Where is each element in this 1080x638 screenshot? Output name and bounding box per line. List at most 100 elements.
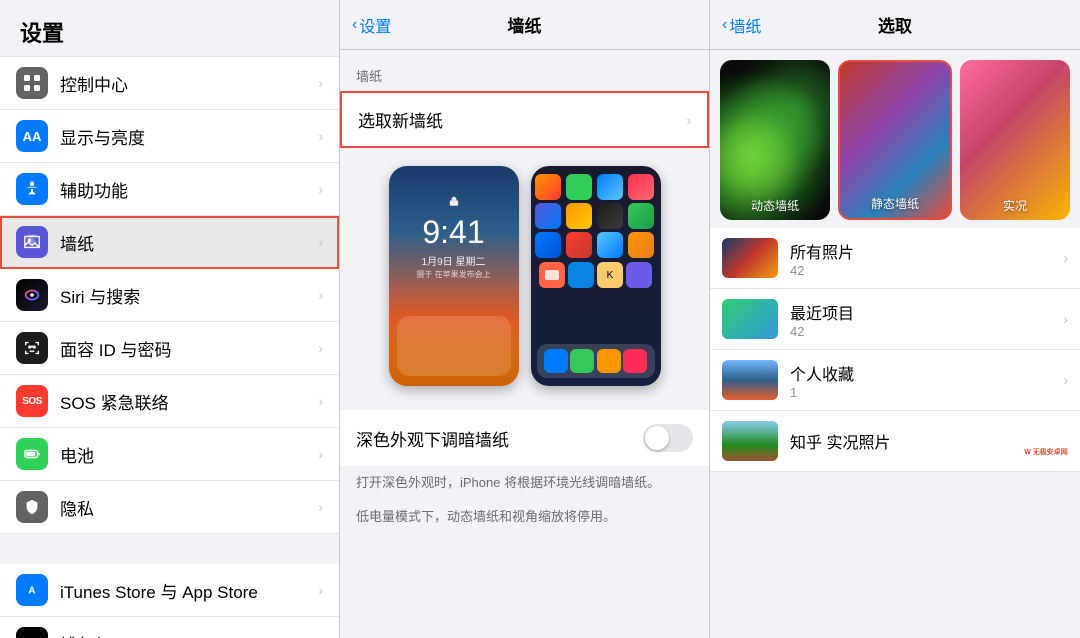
dark-mode-toggle[interactable] [643, 424, 693, 452]
faceid-icon [16, 332, 48, 364]
chevron-icon: › [318, 340, 323, 356]
group-gap [0, 534, 339, 564]
sidebar-item-wallet[interactable]: 钱包与 Apple Pay › [0, 617, 339, 638]
display-icon: AA [16, 120, 48, 152]
sidebar-label-wallet: 钱包与 Apple Pay [60, 631, 318, 638]
svg-text:A: A [28, 586, 35, 597]
watermark: W 无极安卓网 [1016, 437, 1076, 467]
sidebar-label-sos: SOS 紧急联络 [60, 389, 318, 414]
sidebar-item-display[interactable]: AA 显示与亮度 › [0, 110, 339, 163]
sos-icon: SOS [16, 385, 48, 417]
sidebar-label-battery: 电池 [60, 442, 318, 467]
left-panel: 设置 控制中心 › AA 显示与亮度 › [0, 0, 340, 638]
cat-all-info: 所有照片 42 [790, 239, 1063, 278]
category-recent[interactable]: 最近项目 42 › [710, 289, 1080, 350]
chevron-icon: › [318, 446, 323, 462]
right-panel: ‹ 墙纸 选取 动态墙纸 静态墙纸 实况 所有照片 42 › [710, 0, 1080, 638]
sidebar-label-accessibility: 辅助功能 [60, 177, 318, 202]
chevron-icon: › [1063, 250, 1068, 266]
sidebar-item-siri[interactable]: Siri 与搜索 › [0, 269, 339, 322]
sidebar-label-privacy: 隐私 [60, 495, 318, 520]
cat-favorites-name: 个人收藏 [790, 361, 1063, 385]
right-back-chevron-icon: ‹ [722, 16, 727, 34]
sidebar-item-battery[interactable]: 电池 › [0, 428, 339, 481]
dark-mode-label: 深色外观下调暗墙纸 [356, 426, 643, 451]
cat-zhihu-thumb [722, 421, 778, 461]
category-zhihu[interactable]: 知乎 实况照片 › W 无极安卓网 [710, 411, 1080, 472]
category-favorites[interactable]: 个人收藏 1 › [710, 350, 1080, 411]
right-nav-header: ‹ 墙纸 选取 [710, 0, 1080, 50]
cat-recent-thumb [722, 299, 778, 339]
chevron-icon: › [318, 393, 323, 409]
sidebar-item-faceid[interactable]: 面容 ID 与密码 › [0, 322, 339, 375]
select-wallpaper-label: 选取新墙纸 [358, 107, 686, 132]
dynamic-label: 动态墙纸 [720, 197, 830, 214]
cat-favorites-info: 个人收藏 1 [790, 361, 1063, 400]
select-wallpaper-row[interactable]: 选取新墙纸 › [340, 91, 709, 148]
dark-mode-row: 深色外观下调暗墙纸 [340, 410, 709, 466]
home-screen-preview: K [531, 166, 661, 386]
chevron-icon: › [318, 75, 323, 91]
right-back-label: 墙纸 [729, 13, 761, 37]
lock-screen-preview: 9:41 1月9日 星期二 摄于 在苹果发布会上 [389, 166, 519, 386]
cat-all-count: 42 [790, 263, 1063, 278]
privacy-icon [16, 491, 48, 523]
sidebar-item-itunes[interactable]: A iTunes Store 与 App Store › [0, 564, 339, 617]
live-label: 实况 [960, 197, 1070, 214]
category-all-photos[interactable]: 所有照片 42 › [710, 228, 1080, 289]
control-center-icon [16, 67, 48, 99]
wallpaper-icon [16, 226, 48, 258]
lock-date: 1月9日 星期二 [422, 253, 486, 268]
sidebar-label-wallpaper: 墙纸 [60, 230, 318, 255]
sidebar-item-control-center[interactable]: 控制中心 › [0, 56, 339, 110]
cat-all-thumb [722, 238, 778, 278]
chevron-icon: › [318, 128, 323, 144]
sidebar-label-itunes: iTunes Store 与 App Store [60, 578, 318, 603]
cat-favorites-count: 1 [790, 385, 1063, 400]
battery-icon [16, 438, 48, 470]
dark-mode-desc2: 低电量模式下，动态墙纸和视角缩放将停用。 [340, 500, 709, 534]
static-label: 静态墙纸 [840, 195, 950, 212]
sidebar-label-control-center: 控制中心 [60, 71, 318, 96]
settings-list: 控制中心 › AA 显示与亮度 › 辅助功能 › [0, 56, 339, 638]
chevron-icon: › [318, 234, 323, 250]
sidebar-item-wallpaper[interactable]: 墙纸 › [0, 216, 339, 269]
settings-title: 设置 [0, 0, 339, 56]
middle-panel: ‹ 设置 墙纸 墙纸 选取新墙纸 › 9:41 1月9日 星期二 摄于 在苹果发… [340, 0, 710, 638]
wallpaper-type-dynamic[interactable]: 动态墙纸 [720, 60, 830, 220]
sidebar-item-privacy[interactable]: 隐私 › [0, 481, 339, 534]
sidebar-item-sos[interactable]: SOS SOS 紧急联络 › [0, 375, 339, 428]
chevron-icon: › [318, 181, 323, 197]
wallpaper-type-live[interactable]: 实况 [960, 60, 1070, 220]
middle-nav-header: ‹ 设置 墙纸 [340, 0, 709, 50]
siri-icon [16, 279, 48, 311]
sidebar-label-siri: Siri 与搜索 [60, 283, 318, 308]
chevron-icon: › [1063, 372, 1068, 388]
back-chevron-icon: ‹ [352, 16, 357, 34]
dark-mode-desc1: 打开深色外观时，iPhone 将根据环境光线调暗墙纸。 [340, 466, 709, 500]
back-label: 设置 [359, 13, 391, 37]
right-title: 选取 [878, 12, 912, 37]
lock-time: 9:41 [422, 214, 484, 251]
right-back-button[interactable]: ‹ 墙纸 [722, 13, 761, 37]
wallpaper-type-row: 动态墙纸 静态墙纸 实况 [710, 50, 1080, 220]
sidebar-label-faceid: 面容 ID 与密码 [60, 336, 318, 361]
cat-recent-count: 42 [790, 324, 1063, 339]
chevron-icon: › [318, 499, 323, 515]
cat-favorites-thumb [722, 360, 778, 400]
sidebar-label-display: 显示与亮度 [60, 124, 318, 149]
chevron-icon: › [318, 582, 323, 598]
itunes-icon: A [16, 574, 48, 606]
wallpaper-type-static[interactable]: 静态墙纸 [838, 60, 952, 220]
cat-all-name: 所有照片 [790, 239, 1063, 263]
toggle-knob [645, 426, 669, 450]
wallpaper-previews: 9:41 1月9日 星期二 摄于 在苹果发布会上 [340, 150, 709, 402]
category-list: 所有照片 42 › 最近项目 42 › 个人收藏 1 › [710, 228, 1080, 638]
chevron-icon: › [1063, 311, 1068, 327]
lock-date2: 摄于 在苹果发布会上 [408, 269, 498, 280]
chevron-icon: › [318, 287, 323, 303]
sidebar-item-accessibility[interactable]: 辅助功能 › [0, 163, 339, 216]
middle-title: 墙纸 [508, 12, 542, 37]
middle-back-button[interactable]: ‹ 设置 [352, 13, 391, 37]
cat-recent-name: 最近项目 [790, 300, 1063, 324]
